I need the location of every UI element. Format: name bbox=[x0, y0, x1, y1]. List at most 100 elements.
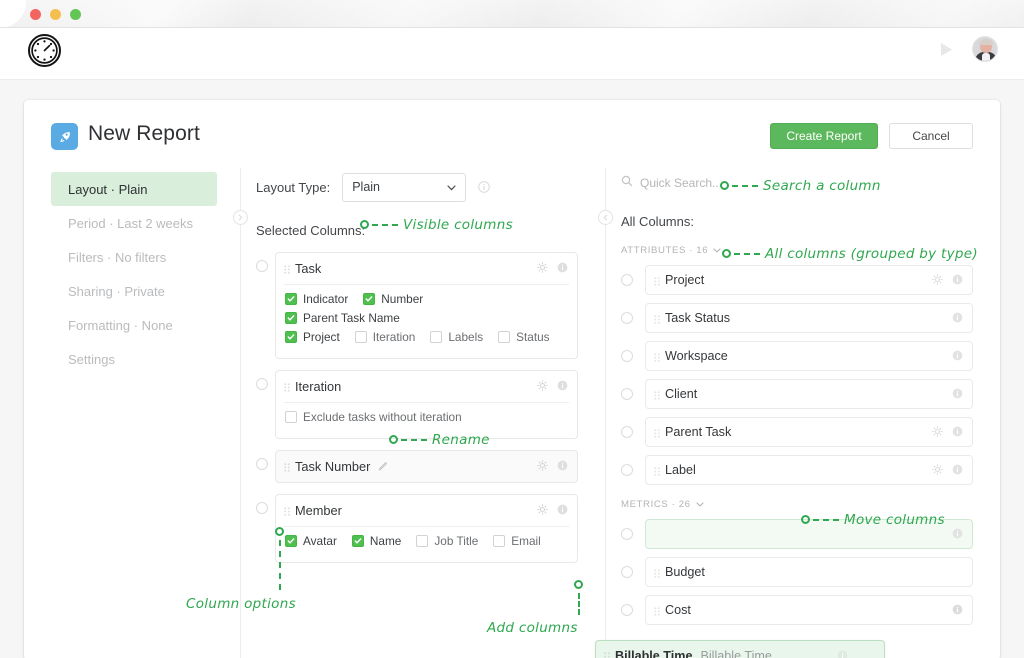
drag-handle-icon[interactable] bbox=[654, 427, 660, 438]
info-icon[interactable] bbox=[952, 312, 963, 323]
drag-handle-icon[interactable] bbox=[604, 650, 610, 658]
checkbox-item[interactable]: Project bbox=[285, 330, 340, 344]
pencil-icon[interactable] bbox=[377, 461, 388, 472]
avatar[interactable] bbox=[972, 36, 998, 62]
checkbox[interactable] bbox=[355, 331, 367, 343]
column-card[interactable]: Task Number bbox=[275, 450, 578, 483]
gear-icon[interactable] bbox=[537, 262, 548, 273]
checkbox-item[interactable]: Email bbox=[493, 534, 541, 548]
info-icon[interactable] bbox=[952, 528, 963, 539]
gear-icon[interactable] bbox=[932, 274, 943, 285]
list-radio[interactable] bbox=[621, 464, 633, 476]
info-icon[interactable] bbox=[557, 262, 568, 273]
column-card[interactable]: Member bbox=[275, 494, 578, 563]
checkbox[interactable] bbox=[363, 293, 375, 305]
cancel-button[interactable]: Cancel bbox=[889, 123, 973, 149]
checkbox-item[interactable]: Number bbox=[363, 292, 423, 306]
sidebar-item-sharing[interactable]: Sharing · Private bbox=[51, 274, 217, 308]
list-item[interactable]: Label bbox=[645, 455, 973, 485]
sidebar-item-filters[interactable]: Filters · No filters bbox=[51, 240, 217, 274]
create-report-button[interactable]: Create Report bbox=[770, 123, 878, 149]
info-icon[interactable] bbox=[952, 464, 963, 475]
list-item[interactable]: Task Status bbox=[645, 303, 973, 333]
sidebar-item-layout[interactable]: Layout · Plain bbox=[51, 172, 217, 206]
drag-handle-icon[interactable] bbox=[284, 505, 290, 516]
drag-handle-icon[interactable] bbox=[654, 465, 660, 476]
drag-handle-icon[interactable] bbox=[284, 461, 290, 472]
layout-type-select[interactable]: Plain bbox=[342, 173, 466, 202]
gear-icon[interactable] bbox=[932, 464, 943, 475]
checkbox[interactable] bbox=[285, 331, 297, 343]
column-card[interactable]: Task bbox=[275, 252, 578, 359]
layout-type-info-icon[interactable] bbox=[478, 181, 490, 193]
info-icon[interactable] bbox=[952, 388, 963, 399]
dragged-column-chip[interactable]: Billable Time Billable Time bbox=[595, 640, 885, 658]
checkbox[interactable] bbox=[493, 535, 505, 547]
drag-handle-icon[interactable] bbox=[654, 351, 660, 362]
checkbox-item[interactable]: Indicator bbox=[285, 292, 348, 306]
list-radio[interactable] bbox=[621, 426, 633, 438]
list-radio[interactable] bbox=[621, 566, 633, 578]
checkbox[interactable] bbox=[285, 312, 297, 324]
sidebar-item-formatting[interactable]: Formatting · None bbox=[51, 308, 217, 342]
list-item[interactable]: Client bbox=[645, 379, 973, 409]
gear-icon[interactable] bbox=[932, 426, 943, 437]
column-card[interactable]: Iteration bbox=[275, 370, 578, 439]
window-controls[interactable] bbox=[30, 9, 81, 20]
drag-handle-icon[interactable] bbox=[654, 567, 660, 578]
checkbox[interactable] bbox=[285, 411, 297, 423]
checkbox-item[interactable]: Exclude tasks without iteration bbox=[285, 410, 462, 424]
checkbox-item[interactable]: Labels bbox=[430, 330, 483, 344]
list-radio[interactable] bbox=[621, 312, 633, 324]
checkbox[interactable] bbox=[352, 535, 364, 547]
list-item[interactable]: Budget bbox=[645, 557, 973, 587]
list-radio[interactable] bbox=[621, 388, 633, 400]
gear-icon[interactable] bbox=[537, 504, 548, 515]
maximize-button[interactable] bbox=[70, 9, 81, 20]
card-radio[interactable] bbox=[256, 502, 268, 514]
card-radio[interactable] bbox=[256, 458, 268, 470]
card-radio[interactable] bbox=[256, 378, 268, 390]
timer-logo-icon[interactable] bbox=[28, 34, 61, 67]
drag-handle-icon[interactable] bbox=[654, 275, 660, 286]
checkbox-item[interactable]: Status bbox=[498, 330, 549, 344]
info-icon[interactable] bbox=[952, 426, 963, 437]
list-item[interactable]: Workspace bbox=[645, 341, 973, 371]
close-button[interactable] bbox=[30, 9, 41, 20]
drag-handle-icon[interactable] bbox=[284, 263, 290, 274]
checkbox[interactable] bbox=[430, 331, 442, 343]
sidebar-item-period[interactable]: Period · Last 2 weeks bbox=[51, 206, 217, 240]
minimize-button[interactable] bbox=[50, 9, 61, 20]
info-icon[interactable] bbox=[557, 380, 568, 391]
list-radio[interactable] bbox=[621, 274, 633, 286]
list-radio[interactable] bbox=[621, 604, 633, 616]
info-icon[interactable] bbox=[557, 504, 568, 515]
gear-icon[interactable] bbox=[537, 460, 548, 471]
drag-handle-icon[interactable] bbox=[654, 605, 660, 616]
info-icon[interactable] bbox=[557, 460, 568, 471]
checkbox-item[interactable]: Parent Task Name bbox=[285, 311, 400, 325]
send-icon[interactable] bbox=[937, 40, 956, 59]
info-icon[interactable] bbox=[952, 604, 963, 615]
list-item[interactable]: Cost bbox=[645, 595, 973, 625]
checkbox[interactable] bbox=[285, 293, 297, 305]
drag-handle-icon[interactable] bbox=[654, 389, 660, 400]
checkbox[interactable] bbox=[498, 331, 510, 343]
info-icon[interactable] bbox=[952, 350, 963, 361]
checkbox-item[interactable]: Name bbox=[352, 534, 401, 548]
checkbox-item[interactable]: Iteration bbox=[355, 330, 416, 344]
sidebar-item-settings[interactable]: Settings bbox=[51, 342, 217, 376]
card-radio[interactable] bbox=[256, 260, 268, 272]
checkbox-item[interactable]: Avatar bbox=[285, 534, 337, 548]
info-icon[interactable] bbox=[837, 650, 848, 658]
list-radio[interactable] bbox=[621, 528, 633, 540]
checkbox[interactable] bbox=[285, 535, 297, 547]
list-item[interactable]: Parent Task bbox=[645, 417, 973, 447]
drag-handle-icon[interactable] bbox=[284, 381, 290, 392]
checkbox[interactable] bbox=[416, 535, 428, 547]
checkbox-item[interactable]: Job Title bbox=[416, 534, 478, 548]
drag-handle-icon[interactable] bbox=[654, 313, 660, 324]
group-header-metrics[interactable]: METRICS · 26 bbox=[621, 499, 973, 510]
chevron-right-icon[interactable] bbox=[233, 210, 248, 225]
gear-icon[interactable] bbox=[537, 380, 548, 391]
